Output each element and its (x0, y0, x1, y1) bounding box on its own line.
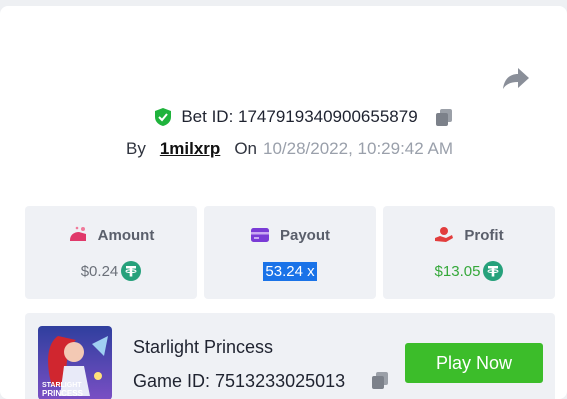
thumb-title-2: PRINCESS (42, 389, 84, 398)
bet-details-card: Bet ID: 1747919340900655879 By 1milxrp O… (0, 6, 567, 399)
profit-label: Profit (464, 226, 504, 244)
play-now-button[interactable]: Play Now (405, 343, 543, 383)
by-label: By (125, 139, 146, 158)
bet-datetime: 10/28/2022, 10:29:42 AM (263, 139, 453, 158)
profit-stat: Profit $13.05 (383, 206, 555, 299)
bet-meta-row: By 1milxrp On 10/28/2022, 10:29:42 AM (0, 136, 567, 162)
amount-label: Amount (97, 226, 155, 244)
bet-id-row: Bet ID: 1747919340900655879 (0, 104, 567, 130)
bet-stats: Amount $0.24 Payout 53.24 x Profit $13.0… (25, 206, 555, 299)
game-thumbnail[interactable]: STARLIGHT PRINCESS (38, 326, 112, 399)
game-name: Starlight Princess (133, 337, 274, 357)
tether-coin-icon (121, 261, 142, 281)
copy-icon[interactable] (370, 370, 390, 390)
payout-icon (250, 228, 269, 242)
amount-stat: Amount $0.24 (25, 206, 197, 299)
amount-value: $0.24 (80, 262, 119, 280)
thumb-title-1: STARLIGHT (42, 382, 82, 389)
share-icon[interactable] (502, 66, 530, 90)
bet-id: Bet ID: 1747919340900655879 (181, 107, 418, 126)
on-label: On (234, 139, 257, 158)
payout-value: 53.24 x (263, 261, 317, 281)
amount-icon (69, 226, 86, 241)
game-panel: STARLIGHT PRINCESS Starlight Princess Ga… (25, 313, 555, 399)
tether-coin-icon (483, 261, 504, 281)
profit-icon (435, 227, 454, 242)
copy-icon[interactable] (434, 107, 454, 127)
payout-stat: Payout 53.24 x (204, 206, 376, 299)
username-link[interactable]: 1milxrp (160, 139, 220, 159)
game-id: Game ID: 7513233025013 (133, 371, 346, 391)
payout-label: Payout (279, 226, 330, 244)
verified-shield-icon (155, 108, 172, 126)
profit-value: $13.05 (434, 262, 481, 280)
